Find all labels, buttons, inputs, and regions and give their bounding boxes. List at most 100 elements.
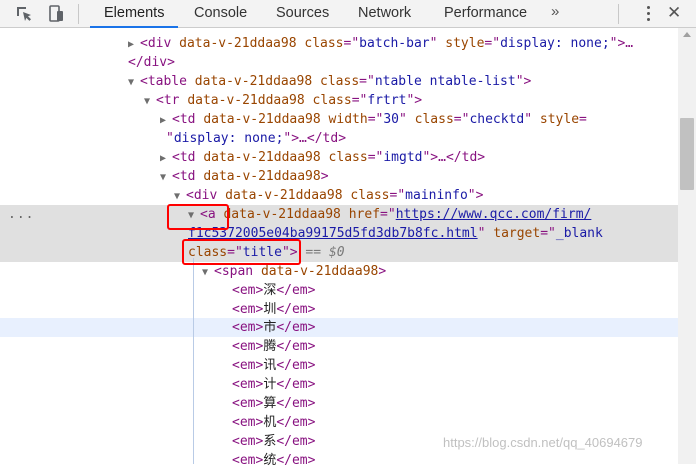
punct: =": [359, 74, 375, 89]
dom-node-row[interactable]: ▶ <div data-v-21ddaa98 class="batch-bar" …: [0, 34, 678, 53]
em-node-row[interactable]: <em>圳</em>: [0, 300, 678, 319]
em-text: 统: [263, 453, 277, 468]
tab-network[interactable]: Network: [358, 0, 411, 27]
device-toolbar-icon[interactable]: [46, 4, 66, 24]
attr-name: class: [328, 150, 368, 165]
toolbar-separator: [618, 4, 619, 24]
dom-node-row[interactable]: ▼ <td data-v-21ddaa98>: [0, 167, 678, 186]
toolbar-separator: [78, 4, 79, 24]
attr-name: width: [328, 112, 368, 127]
attr-value: imgtd: [383, 150, 423, 165]
expand-triangle-icon[interactable]: ▶: [128, 35, 140, 54]
em-text: 算: [263, 396, 277, 411]
tag-open: <em>: [232, 302, 264, 317]
dom-node-row[interactable]: ▶ <td data-v-21ddaa98 class="imgtd">…</td…: [0, 148, 678, 167]
scrollbar-thumb[interactable]: [680, 118, 694, 190]
tag-open: <em>: [232, 358, 264, 373]
em-node-row[interactable]: <em>深</em>: [0, 281, 678, 300]
dom-node-row[interactable]: </div>: [0, 53, 678, 72]
em-text: 机: [263, 415, 277, 430]
attr-name: class: [312, 93, 352, 108]
tag-close: </em>: [276, 396, 316, 411]
selected-node-row[interactable]: ... ▼ <a data-v-21ddaa98 href="https://www…: [0, 205, 678, 224]
node-actions-ellipsis[interactable]: ...: [8, 205, 34, 224]
punct: ">: [467, 188, 484, 203]
tag-open: <em>: [232, 415, 264, 430]
em-text: 市: [263, 320, 277, 335]
tag-open: <tr: [156, 93, 188, 108]
punct: >: [320, 169, 329, 184]
tag-close: </em>: [276, 377, 316, 392]
tag-close: </em>: [276, 434, 316, 449]
collapse-triangle-icon[interactable]: ▼: [202, 263, 214, 282]
punct: =": [351, 93, 368, 108]
em-node-row[interactable]: <em>算</em>: [0, 394, 678, 413]
dom-node-row[interactable]: ▼ <table data-v-21ddaa98 class="ntable nt…: [0, 72, 678, 91]
attr-name: data-v-21ddaa98: [223, 207, 349, 222]
punct: =": [380, 207, 396, 222]
punct: =": [453, 112, 470, 127]
href-link[interactable]: https://www.qcc.com/firm/: [396, 207, 592, 222]
punct: ": [166, 131, 174, 146]
inspect-element-icon[interactable]: [14, 4, 34, 24]
attr-value: 30: [383, 112, 399, 127]
dom-node-row-wrap[interactable]: "display: none;">…</td>: [0, 129, 678, 148]
annotation-box-a-tag: [167, 204, 229, 230]
tag-close: </em>: [276, 358, 316, 373]
tag-open: <td: [172, 169, 204, 184]
attr-name: data-v-21ddaa98: [203, 150, 329, 165]
scroll-up-arrow-icon[interactable]: [683, 32, 691, 37]
selected-node-row-wrap[interactable]: class="title"> == $0: [0, 243, 678, 262]
close-devtools-button[interactable]: ✕: [667, 2, 681, 24]
attr-name: href: [348, 207, 381, 222]
tag-open: <table: [140, 74, 195, 89]
dom-node-row[interactable]: ▼ <span data-v-21ddaa98>: [0, 262, 678, 281]
tab-elements[interactable]: Elements: [89, 0, 180, 28]
em-text: 系: [263, 434, 277, 449]
dom-node-row[interactable]: ▼ <tr data-v-21ddaa98 class="frtrt">: [0, 91, 678, 110]
em-node-row[interactable]: <em>计</em>: [0, 375, 678, 394]
tag-close: </em>: [276, 339, 316, 354]
tag-open: <em>: [232, 377, 264, 392]
punct: =": [540, 226, 556, 241]
selected-node-row-wrap[interactable]: f1c5372005e04ba99175d5fd3db7b8fc.html" t…: [0, 224, 678, 243]
tag-open: <span: [214, 264, 261, 279]
em-node-row[interactable]: <em>统</em>: [0, 451, 678, 470]
tab-sources[interactable]: Sources: [276, 0, 329, 27]
tag-open: <em>: [232, 339, 264, 354]
tag-close: </em>: [276, 283, 316, 298]
collapse-triangle-icon[interactable]: ▼: [160, 168, 172, 187]
punct: ">: [406, 93, 423, 108]
punct: =": [343, 36, 360, 51]
dom-node-row[interactable]: ▼ <div data-v-21ddaa98 class="maininfo">: [0, 186, 678, 205]
watermark: https://blog.csdn.net/qq_40694679: [443, 435, 643, 450]
more-options-icon[interactable]: [647, 6, 651, 22]
tab-performance[interactable]: Performance: [444, 0, 527, 27]
punct: ">…: [609, 36, 634, 51]
em-text: 圳: [263, 302, 277, 317]
attr-name: style: [539, 112, 580, 127]
tag-open: <em>: [232, 283, 264, 298]
em-node-row[interactable]: <em>讯</em>: [0, 356, 678, 375]
em-node-row[interactable]: <em>机</em>: [0, 413, 678, 432]
attr-name: data-v-21ddaa98: [187, 93, 313, 108]
tag-close: </div>: [128, 55, 175, 70]
vertical-scrollbar[interactable]: [678, 28, 696, 464]
tag-close: </em>: [276, 302, 316, 317]
em-node-row-hovered[interactable]: <em>市</em>: [0, 318, 678, 337]
attr-value: frtrt: [367, 93, 407, 108]
expand-triangle-icon[interactable]: ▶: [160, 149, 172, 168]
tab-console[interactable]: Console: [194, 0, 247, 27]
annotation-box-class-title: [182, 239, 301, 265]
collapse-triangle-icon[interactable]: ▼: [144, 92, 156, 111]
em-node-row[interactable]: <em>腾</em>: [0, 337, 678, 356]
punct: ": [477, 226, 494, 241]
punct: ": [429, 36, 446, 51]
punct: ">…</td>: [283, 131, 347, 146]
tag-open: <div: [186, 188, 226, 203]
dom-node-row[interactable]: ▶ <td data-v-21ddaa98 width="30" class="c…: [0, 110, 678, 129]
more-tabs-button[interactable]: »: [551, 0, 559, 24]
tag-open: <em>: [232, 453, 264, 468]
collapse-triangle-icon[interactable]: ▼: [128, 73, 140, 92]
expand-triangle-icon[interactable]: ▶: [160, 111, 172, 130]
